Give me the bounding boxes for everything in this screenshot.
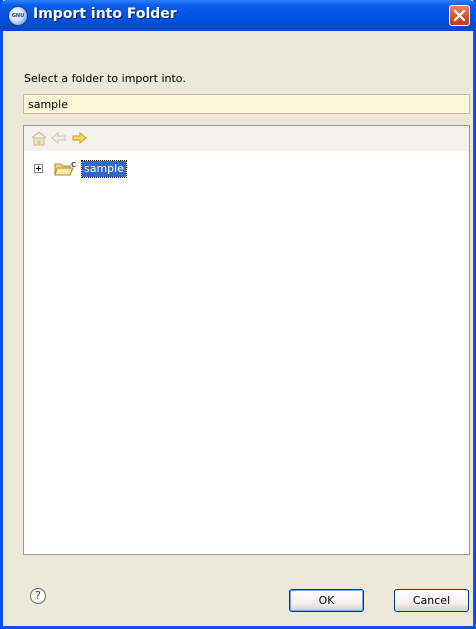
window-title: Import into Folder bbox=[33, 6, 177, 22]
import-dialog-window: GNU Import into Folder Select a folder t… bbox=[0, 0, 476, 629]
back-arrow-icon[interactable] bbox=[50, 130, 68, 146]
help-icon[interactable]: ? bbox=[30, 588, 46, 604]
folder-tree-panel: C sample bbox=[23, 125, 470, 555]
open-folder-c-icon: C bbox=[54, 161, 76, 176]
cancel-button[interactable]: Cancel bbox=[394, 589, 469, 612]
home-icon[interactable] bbox=[30, 130, 48, 146]
title-bar[interactable]: GNU Import into Folder bbox=[0, 0, 476, 31]
close-button[interactable] bbox=[449, 5, 470, 26]
app-icon-label: GNU bbox=[11, 13, 25, 19]
app-icon: GNU bbox=[8, 6, 28, 26]
svg-text:C: C bbox=[71, 161, 76, 169]
ok-button[interactable]: OK bbox=[289, 589, 364, 612]
folder-path-field[interactable] bbox=[23, 94, 470, 114]
tree-node-label[interactable]: sample bbox=[81, 160, 127, 178]
instruction-text: Select a folder to import into. bbox=[24, 72, 186, 85]
close-icon bbox=[453, 9, 466, 22]
expand-toggle[interactable] bbox=[34, 164, 43, 173]
tree-toolbar bbox=[24, 126, 469, 151]
tree-node-sample[interactable]: C sample bbox=[24, 160, 469, 180]
forward-arrow-icon[interactable] bbox=[70, 130, 88, 146]
